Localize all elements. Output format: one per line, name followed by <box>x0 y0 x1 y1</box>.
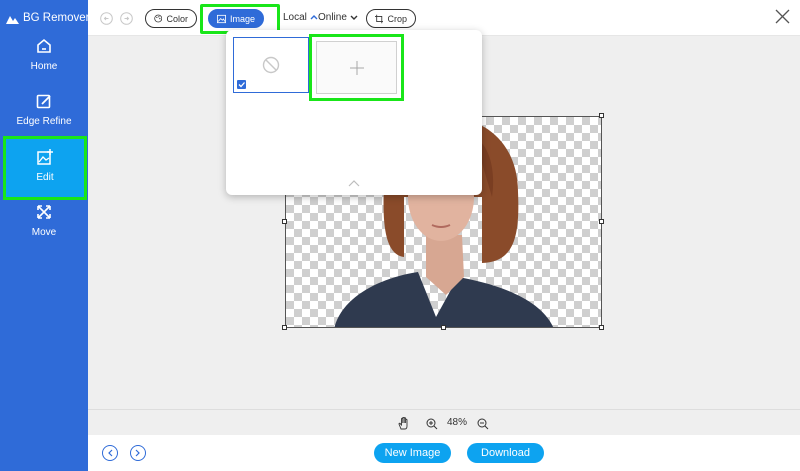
local-tab-label: Local <box>283 12 307 23</box>
edit-image-icon <box>37 149 53 165</box>
online-tab-label: Online <box>318 12 347 23</box>
online-tab[interactable]: Online <box>318 12 358 23</box>
palette-icon <box>154 14 163 23</box>
edge-refine-icon <box>36 94 51 109</box>
image-button-label: Image <box>229 13 255 24</box>
new-image-button[interactable]: New Image <box>374 443 451 463</box>
image-button[interactable]: Image <box>208 9 264 28</box>
chevron-up-icon <box>348 180 360 187</box>
app-title-text: BG Remover <box>23 12 90 24</box>
resize-handle-w[interactable] <box>282 219 287 224</box>
resize-handle-e[interactable] <box>599 219 604 224</box>
add-image-tile <box>316 41 397 94</box>
no-background-option[interactable] <box>233 37 309 93</box>
check-icon <box>238 82 245 88</box>
resize-handle-sw[interactable] <box>282 325 287 330</box>
color-button[interactable]: Color <box>145 9 197 28</box>
logo-icon <box>6 15 19 24</box>
sidebar-item-move[interactable]: Move <box>0 203 88 263</box>
resize-handle-se[interactable] <box>599 325 604 330</box>
sidebar-item-label: Edit <box>36 172 54 183</box>
crop-button-label: Crop <box>387 13 407 24</box>
crop-button[interactable]: Crop <box>366 9 416 28</box>
color-button-label: Color <box>166 13 188 24</box>
close-button[interactable] <box>775 9 790 29</box>
sidebar-item-edit[interactable]: Edit <box>3 136 87 200</box>
no-image-icon <box>262 56 280 74</box>
pan-hand-button[interactable] <box>398 416 410 435</box>
next-button[interactable] <box>130 445 146 461</box>
app-title: BG Remover <box>6 12 89 24</box>
close-icon <box>775 9 790 24</box>
sidebar: BG Remover Home Edge Refine Edit Move <box>0 0 89 471</box>
plus-icon <box>349 60 364 75</box>
download-button[interactable]: Download <box>467 443 544 463</box>
zoom-in-icon <box>426 418 438 430</box>
chevron-up-icon <box>310 15 318 20</box>
zoom-out-button[interactable] <box>477 417 489 435</box>
crop-icon <box>375 14 384 23</box>
local-tab[interactable]: Local <box>283 12 318 23</box>
resize-handle-s[interactable] <box>441 325 446 330</box>
resize-handle-ne[interactable] <box>599 113 604 118</box>
chevron-right-icon <box>135 449 140 457</box>
zoom-level: 48% <box>447 417 468 428</box>
undo-button[interactable] <box>100 12 113 30</box>
background-image-popup <box>226 30 482 195</box>
collapse-popup-button[interactable] <box>348 174 360 192</box>
add-background-image-button[interactable] <box>309 34 404 101</box>
hand-icon <box>398 416 408 430</box>
chevron-down-icon <box>350 15 358 20</box>
sidebar-item-label: Move <box>31 227 57 238</box>
home-icon <box>37 38 51 53</box>
redo-button[interactable] <box>120 12 133 30</box>
sidebar-item-label: Home <box>30 61 58 72</box>
move-icon <box>37 205 51 219</box>
zoom-in-button[interactable] <box>426 417 438 435</box>
image-icon <box>217 14 226 23</box>
undo-icon <box>100 12 113 25</box>
zoom-bar: 48% <box>88 409 800 435</box>
bottom-bar: New Image Download <box>88 435 800 471</box>
selected-checkbox <box>237 80 246 89</box>
zoom-out-icon <box>477 418 489 430</box>
chevron-left-icon <box>108 449 113 457</box>
redo-icon <box>120 12 133 25</box>
sidebar-item-home[interactable]: Home <box>0 37 88 97</box>
previous-button[interactable] <box>102 445 118 461</box>
sidebar-item-label: Edge Refine <box>16 116 72 127</box>
